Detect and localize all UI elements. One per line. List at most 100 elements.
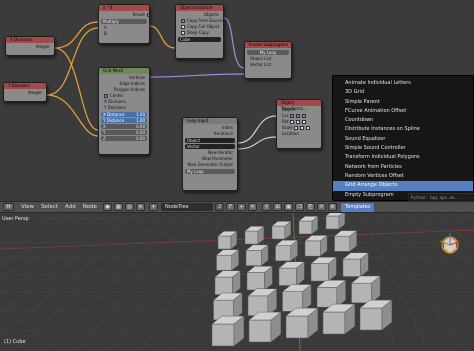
checkbox-icon[interactable] xyxy=(181,19,185,23)
loop-name-field[interactable]: My Loop xyxy=(185,169,235,174)
node-loop-input[interactable]: Loop Input Index Iterations Object Vecto… xyxy=(182,117,238,191)
new-tree-icon[interactable]: + xyxy=(237,203,247,211)
view-perspective-label: User Persp xyxy=(2,216,29,222)
subprogram-selector[interactable]: My Loop xyxy=(247,50,289,55)
node-editor-header: ⌘ View Select Add Node ◆ ▦ ◎ ≡ ▾ NodeTre… xyxy=(0,201,474,213)
node-input-y-divisions: Y Divisions xyxy=(104,105,126,110)
new-generator-output-button[interactable]: New Generator Output xyxy=(185,162,235,168)
menu-item-fcurve-offset[interactable]: FCurve Animation Offset xyxy=(333,107,473,116)
cube-front-face xyxy=(310,263,329,282)
node-link xyxy=(223,17,245,69)
cube-front-face xyxy=(304,240,321,257)
deep-copy-toggle[interactable]: Deep Copy xyxy=(178,30,221,36)
offset-z-field[interactable]: Z 0.00 xyxy=(101,136,147,141)
active-object-label: (1) Cube xyxy=(4,339,26,345)
y-distance-field[interactable]: Y Distance 1.00 xyxy=(101,118,147,123)
cube-front-face xyxy=(285,315,309,339)
menu-item-3d-grid[interactable]: 3D Grid xyxy=(333,88,473,97)
node-output-result: Result xyxy=(101,12,149,18)
templates-menu-button[interactable]: Templates xyxy=(341,202,375,212)
cube-front-face xyxy=(271,225,286,240)
cube-front-face xyxy=(216,254,232,271)
auto-execute-icon[interactable]: ⟳ xyxy=(317,203,327,211)
unlink-icon[interactable]: ✕ xyxy=(248,203,258,211)
paste-icon[interactable]: ⎘ xyxy=(306,203,316,211)
node-output-iterations: Iterations xyxy=(213,131,233,136)
checkbox-icon[interactable] xyxy=(181,31,185,35)
menu-item-network-particles[interactable]: Network from Particles xyxy=(333,163,473,172)
node-object-transforms[interactable]: Object Transforms... Object Loc Rot Scal… xyxy=(276,99,322,149)
fake-user-icon[interactable]: F xyxy=(226,203,236,211)
3d-viewport[interactable]: User Persp (1) Cube xyxy=(0,213,474,351)
menu-item-sound-equalizer[interactable]: Sound Equalizer xyxy=(333,135,473,144)
node-editor[interactable]: x * B Result Multiply A B Object Instanc… xyxy=(0,0,474,201)
compositor-tree-icon[interactable]: ◎ xyxy=(125,203,135,211)
cube-front-face xyxy=(334,235,350,252)
menu-item-countdown[interactable]: Countdown xyxy=(333,116,473,125)
cube-front-face xyxy=(359,307,383,331)
blender-window: x * B Result Multiply A B Object Instanc… xyxy=(0,0,474,351)
cube-front-face xyxy=(278,267,297,286)
menu-node[interactable]: Node xyxy=(83,204,97,210)
node-input-location: Location xyxy=(282,131,299,136)
node-math[interactable]: x * B Result Multiply A B xyxy=(98,4,150,44)
math-mode-dropdown[interactable]: Multiply xyxy=(101,19,147,24)
animation-nodes-icon[interactable]: ≡ xyxy=(136,203,146,211)
cube-side-face xyxy=(338,213,346,230)
settings-icon[interactable]: ⚙ xyxy=(328,203,338,211)
node-tree-name-field[interactable]: NodeTree xyxy=(161,203,214,211)
node-output-integer: Integer xyxy=(27,90,42,95)
pin-icon[interactable]: ⚲ xyxy=(262,203,272,211)
menu-item-animate-letters[interactable]: Animate Individual Letters xyxy=(333,79,473,88)
user-count[interactable]: 2 xyxy=(215,203,225,211)
node-link xyxy=(237,136,277,150)
copy-icon[interactable]: ❐ xyxy=(295,203,305,211)
node-link xyxy=(237,115,277,144)
x-distance-field[interactable]: X Distance 1.00 xyxy=(101,112,147,117)
menu-item-transform-polygons[interactable]: Transform Individual Polygons xyxy=(333,153,473,162)
loop-object-iterator[interactable]: Object xyxy=(185,138,235,143)
menu-item-random-vertices[interactable]: Random Vertices Offset xyxy=(333,172,473,181)
cube-front-face xyxy=(246,272,265,291)
cube-front-face xyxy=(211,323,235,347)
checkbox-icon[interactable] xyxy=(104,94,108,98)
viewport-scene xyxy=(0,213,474,351)
menu-item-grid-arrange[interactable]: Grid Arrange Objects xyxy=(333,181,473,191)
node-link xyxy=(149,25,176,49)
cube-front-face xyxy=(217,235,232,250)
cube-front-face xyxy=(244,230,259,245)
node-header[interactable]: Invoke Subprogram xyxy=(245,42,291,48)
templates-menu[interactable]: Animate Individual Letters 3D Grid Simpl… xyxy=(332,75,474,201)
checkbox-icon[interactable] xyxy=(181,25,185,29)
editor-type-icon[interactable]: ⌘ xyxy=(3,203,14,211)
menu-view[interactable]: View xyxy=(21,204,34,210)
backdrop-icon[interactable]: ▣ xyxy=(284,203,294,211)
menu-item-simple-parent[interactable]: Simple Parent xyxy=(333,98,473,107)
browse-tree-icon[interactable]: ▾ xyxy=(149,203,159,211)
menu-select[interactable]: Select xyxy=(41,204,58,210)
cube-front-face xyxy=(248,319,272,343)
offset-x-field[interactable]: X 0.00 xyxy=(101,124,147,129)
menu-item-sound-controller[interactable]: Simple Sound Controller xyxy=(333,144,473,153)
menu-item-distribute-spline[interactable]: Distribute Instances on Spline xyxy=(333,125,473,134)
cube-front-face xyxy=(351,282,372,304)
node-output-integer: Integer xyxy=(35,44,50,49)
node-invoke-subprogram[interactable]: Invoke Subprogram My Loop Object List Ve… xyxy=(244,41,292,79)
node-link xyxy=(54,21,99,49)
node-input-b: B xyxy=(104,31,107,36)
node-grid-mesh[interactable]: Grid Mesh Vertices Edge Indices Polygon … xyxy=(98,67,150,155)
output-socket[interactable] xyxy=(147,13,149,17)
node-x-divisions[interactable]: X Divisions Integer xyxy=(5,36,55,56)
snap-icon[interactable]: ⊞ xyxy=(273,203,283,211)
node-link xyxy=(46,94,99,137)
cube-front-face xyxy=(245,250,262,266)
menu-add[interactable]: Add xyxy=(65,204,76,210)
offset-y-field[interactable]: Y 0.00 xyxy=(101,130,147,135)
cube-front-face xyxy=(322,311,346,335)
node-y-divisions[interactable]: Y Divisions Integer xyxy=(3,82,47,102)
loop-vector-iterator[interactable]: Vector xyxy=(185,144,235,149)
node-object-instancer[interactable]: Object Instancer Objects Copy from Sourc… xyxy=(175,4,224,59)
texture-tree-icon[interactable]: ▦ xyxy=(114,203,124,211)
object-field[interactable]: Cube xyxy=(178,37,221,42)
shader-tree-icon[interactable]: ◆ xyxy=(103,203,113,211)
